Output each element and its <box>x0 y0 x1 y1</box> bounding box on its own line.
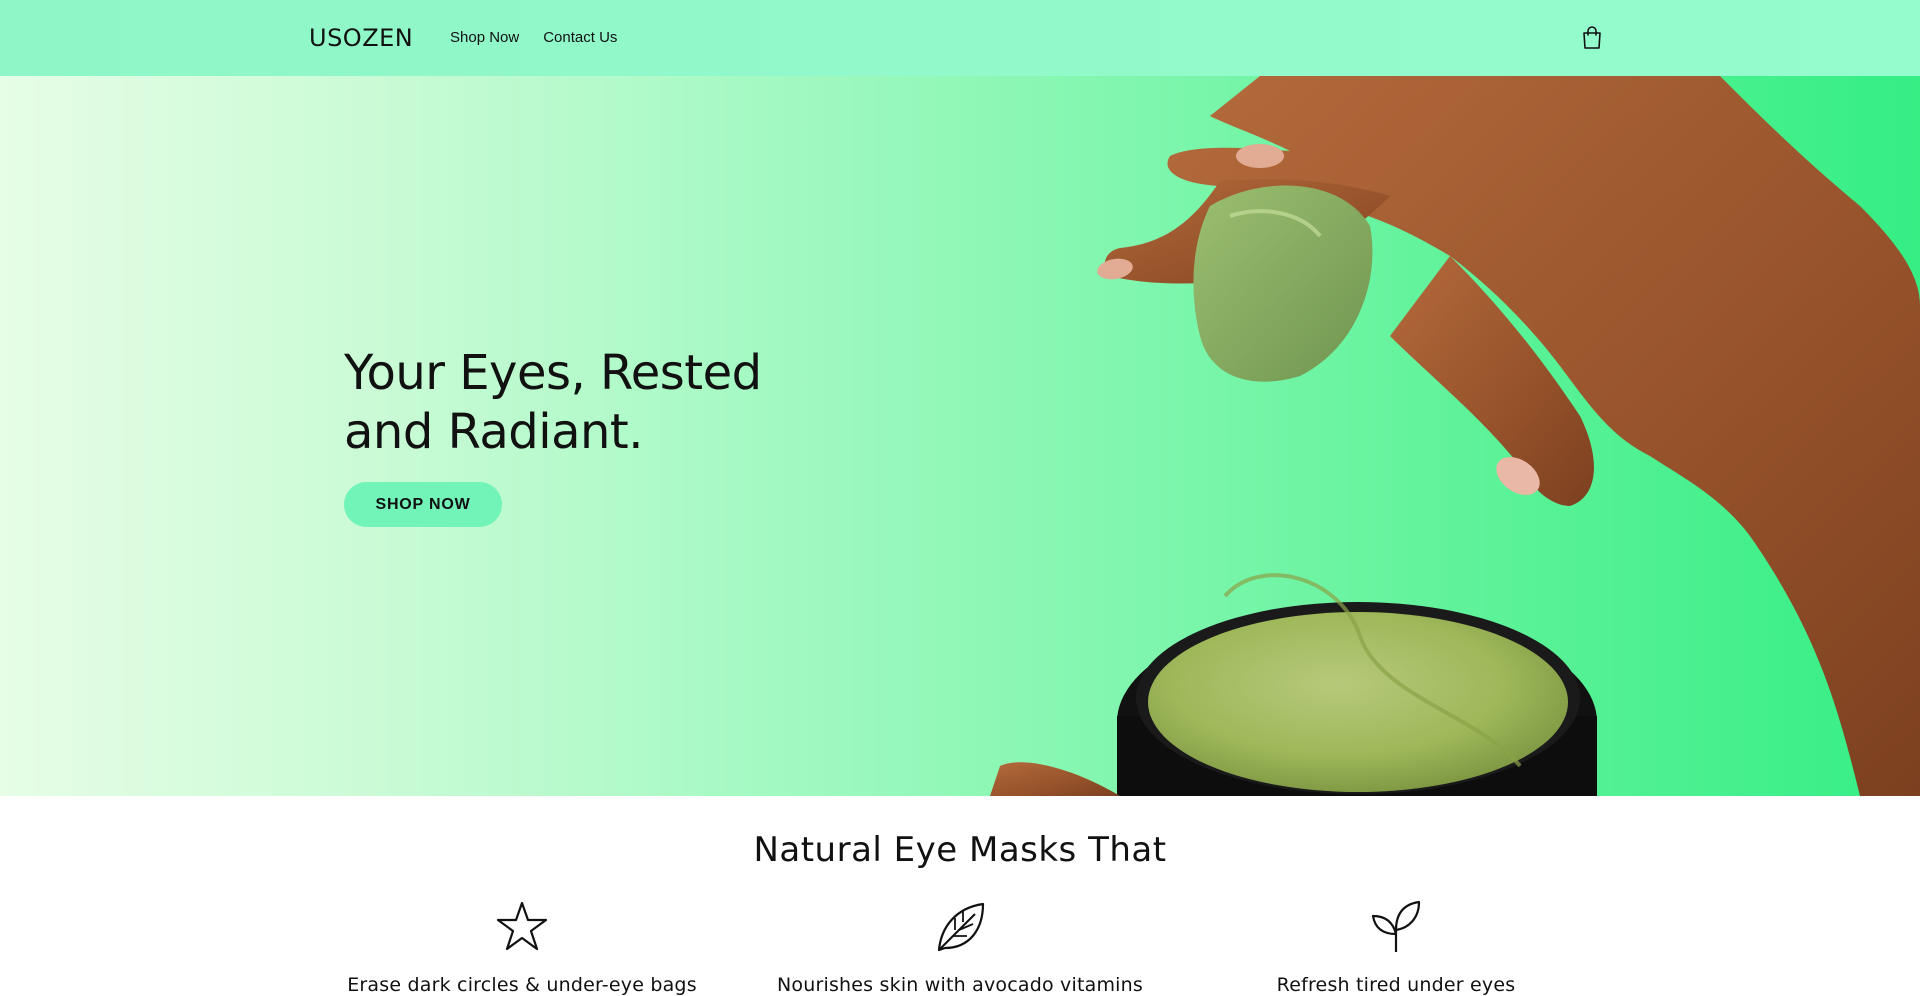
hero-banner: Your Eyes, Rested and Radiant. SHOP NOW <box>0 76 1920 796</box>
feature-item-dark-circles: Erase dark circles & under-eye bags <box>312 900 732 996</box>
hero-product-image <box>990 76 1920 796</box>
hero-title-line-1: Your Eyes, Rested <box>344 345 762 401</box>
main-nav: Shop Now Contact Us <box>450 29 617 46</box>
feature-item-refresh-eyes: Refresh tired under eyes <box>1186 900 1606 996</box>
shopping-bag-icon[interactable] <box>1581 26 1603 50</box>
hero-title-line-2: and Radiant. <box>344 404 644 460</box>
brand-logo[interactable]: USOZEN <box>309 24 413 52</box>
leaf-icon <box>937 902 985 952</box>
site-header: USOZEN Shop Now Contact Us <box>0 0 1920 76</box>
feature-item-avocado-vitamins: Nourishes skin with avocado vitamins <box>750 900 1170 996</box>
nav-link-shop-now[interactable]: Shop Now <box>450 29 519 46</box>
shop-now-button[interactable]: SHOP NOW <box>344 482 502 527</box>
nav-link-contact-us[interactable]: Contact Us <box>543 29 617 46</box>
star-icon <box>496 901 548 951</box>
hero-title: Your Eyes, Rested and Radiant. <box>344 344 824 462</box>
sprout-icon <box>1371 900 1421 952</box>
features-title: Natural Eye Masks That <box>753 830 1167 870</box>
